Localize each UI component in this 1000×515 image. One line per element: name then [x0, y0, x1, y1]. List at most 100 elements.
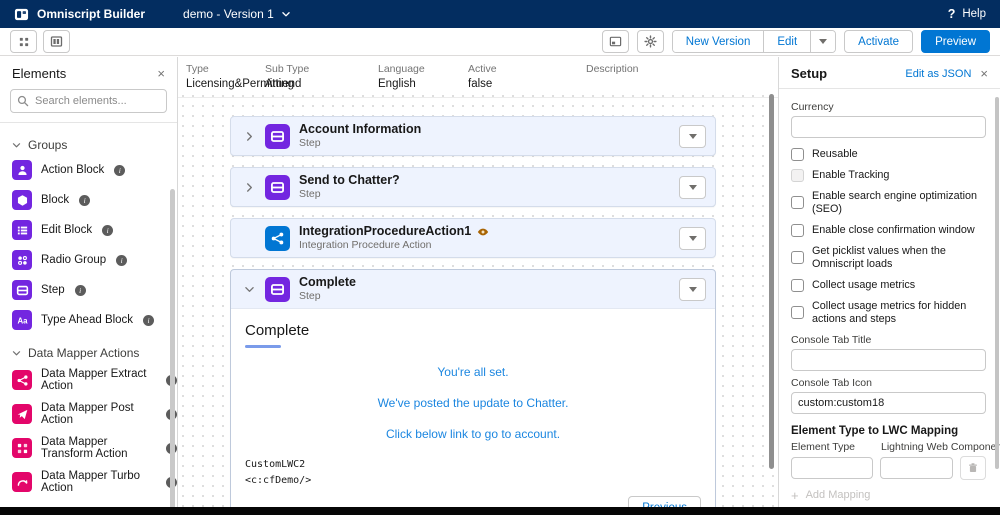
- card-menu-button[interactable]: [679, 175, 706, 199]
- element-action-block[interactable]: Action Block i: [12, 155, 177, 185]
- info-icon[interactable]: i: [102, 224, 114, 236]
- meta-type-label: Type: [186, 63, 209, 75]
- panel-toggle-button[interactable]: [601, 30, 629, 53]
- toolbar-actions: New Version Edit Activate Preview: [601, 30, 990, 53]
- grid-dots-icon: [19, 37, 28, 46]
- chevron-down-icon: [282, 11, 290, 16]
- checkbox-close-confirmation[interactable]: Enable close confirmation window: [791, 223, 986, 237]
- checkbox-box[interactable]: [791, 148, 804, 161]
- checkbox-box[interactable]: [791, 306, 804, 320]
- chevron-down-icon: [12, 142, 21, 147]
- dropdown-caret-icon: [819, 39, 828, 44]
- info-icon[interactable]: i: [116, 254, 128, 266]
- extract-action-icon: [12, 370, 32, 390]
- section-data-mapper-actions[interactable]: Data Mapper Actions: [12, 346, 177, 360]
- meta-description-value: [586, 78, 770, 90]
- checkbox-box[interactable]: [791, 196, 804, 210]
- canvas-view-button[interactable]: [10, 30, 37, 53]
- version-actions-group: New Version Edit: [671, 30, 837, 53]
- settings-button[interactable]: [636, 30, 664, 53]
- expand-chevron-right-icon[interactable]: [243, 131, 256, 142]
- action-card-integration-procedure[interactable]: IntegrationProcedureAction1 Integration …: [230, 218, 716, 258]
- help-button[interactable]: ? Help: [948, 7, 986, 21]
- collapse-chevron-down-icon[interactable]: [243, 285, 256, 294]
- element-dm-post-action[interactable]: Data Mapper Post Action i: [12, 397, 177, 431]
- step-message: You're all set.: [437, 365, 509, 379]
- card-menu-button[interactable]: [679, 226, 706, 250]
- element-type-input[interactable]: [791, 456, 873, 479]
- help-label: Help: [962, 8, 986, 20]
- currency-input[interactable]: [791, 116, 986, 138]
- info-icon[interactable]: i: [114, 164, 126, 176]
- edit-button[interactable]: Edit: [764, 31, 812, 52]
- checkbox-reusable[interactable]: Reusable: [791, 148, 986, 161]
- meta-active-value: false: [468, 78, 493, 90]
- step-preview-heading: Complete: [245, 322, 310, 339]
- radio-group-icon: [12, 250, 32, 270]
- setup-close-icon[interactable]: ×: [980, 67, 988, 80]
- card-menu-button[interactable]: [679, 124, 706, 148]
- step-icon: [265, 123, 290, 149]
- setup-scrollbar[interactable]: [995, 97, 999, 469]
- preview-button[interactable]: Preview: [921, 30, 990, 53]
- top-navbar: Omniscript Builder demo - Version 1 ? He…: [0, 0, 1000, 28]
- meta-subtype-value: Amend: [265, 78, 302, 90]
- list-view-icon: [50, 36, 63, 47]
- element-radio-group[interactable]: Radio Group i: [12, 245, 177, 275]
- activate-button[interactable]: Activate: [844, 30, 914, 53]
- version-selector[interactable]: demo - Version 1: [183, 7, 291, 21]
- element-dm-extract-action[interactable]: Data Mapper Extract Action i: [12, 363, 177, 397]
- element-dm-transform-action[interactable]: Data Mapper Transform Action i: [12, 431, 177, 465]
- elements-close-icon[interactable]: ×: [157, 67, 165, 80]
- element-dm-turbo-action[interactable]: Data Mapper Turbo Action i: [12, 465, 177, 499]
- sidebar-scrollbar[interactable]: [170, 189, 175, 507]
- delete-mapping-button[interactable]: [960, 455, 986, 480]
- meta-description-label: Description: [586, 63, 639, 75]
- info-icon[interactable]: i: [143, 314, 155, 326]
- add-mapping-button[interactable]: + Add Mapping: [791, 489, 986, 502]
- element-type-ahead-block[interactable]: Aa Type Ahead Block i: [12, 305, 177, 335]
- element-step[interactable]: Step i: [12, 275, 177, 305]
- lwc-label: Lightning Web Component: [881, 440, 1000, 453]
- element-edit-block[interactable]: Edit Block i: [12, 215, 177, 245]
- dropdown-caret-icon: [688, 286, 697, 292]
- checkbox-usage-metrics[interactable]: Collect usage metrics: [791, 278, 986, 292]
- console-tab-title-input[interactable]: [791, 348, 986, 371]
- previous-button[interactable]: Previous: [628, 496, 701, 507]
- setup-panel: Setup Edit as JSON × Currency Reusable E…: [778, 57, 1000, 507]
- lwc-input[interactable]: [880, 456, 953, 479]
- main-content: Elements × Groups Action Block i: [0, 57, 1000, 507]
- card-menu-button[interactable]: [679, 277, 706, 301]
- step-card-account-information[interactable]: Account Information Step: [230, 116, 716, 156]
- element-block[interactable]: Block i: [12, 185, 177, 215]
- version-label: demo - Version 1: [183, 7, 274, 21]
- new-version-button[interactable]: New Version: [672, 31, 765, 52]
- edit-as-json-link[interactable]: Edit as JSON: [905, 68, 971, 80]
- bottom-edge-bar: [0, 507, 1000, 515]
- checkbox-box[interactable]: [791, 251, 804, 265]
- canvas-scrollbar[interactable]: [769, 94, 774, 469]
- step-card-complete[interactable]: Complete Step Complete You're all set. W…: [230, 269, 716, 507]
- step-message: We've posted the update to Chatter.: [377, 396, 569, 410]
- card-title: Send to Chatter?: [299, 173, 400, 188]
- info-icon[interactable]: i: [79, 194, 91, 206]
- checkbox-box[interactable]: [791, 278, 804, 292]
- info-icon[interactable]: i: [74, 284, 86, 296]
- search-elements-input[interactable]: [10, 89, 167, 113]
- expand-chevron-right-icon[interactable]: [243, 182, 256, 193]
- step-card-send-to-chatter[interactable]: Send to Chatter? Step: [230, 167, 716, 207]
- list-view-button[interactable]: [43, 30, 70, 53]
- checkbox-usage-metrics-hidden[interactable]: Collect usage metrics for hidden actions…: [791, 300, 986, 326]
- checkbox-picklist-values[interactable]: Get picklist values when the Omniscript …: [791, 245, 986, 271]
- console-tab-icon-input[interactable]: [791, 391, 986, 414]
- card-title: Complete: [299, 275, 356, 290]
- app-title: Omniscript Builder: [37, 7, 146, 21]
- step-icon: [12, 280, 32, 300]
- checkbox-enable-seo[interactable]: Enable search engine optimization (SEO): [791, 190, 986, 216]
- integration-procedure-icon: [265, 225, 290, 251]
- currency-label: Currency: [791, 101, 834, 113]
- lwc-mapping-heading: Element Type to LWC Mapping: [791, 424, 959, 437]
- edit-dropdown-button[interactable]: [811, 31, 836, 52]
- section-groups[interactable]: Groups: [12, 138, 177, 152]
- checkbox-box[interactable]: [791, 223, 804, 237]
